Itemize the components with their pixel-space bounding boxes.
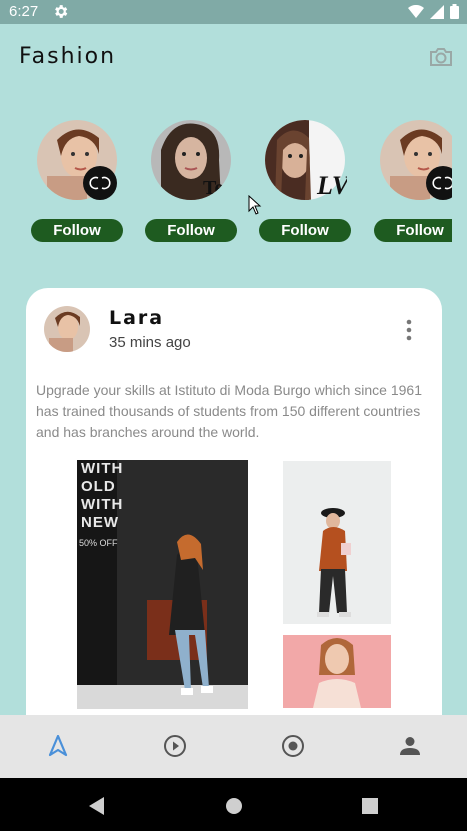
nav-home[interactable] [45,733,71,759]
app-title: Fashion [19,44,117,69]
post-timestamp: 35 mins ago [109,334,191,351]
post-image-sale-text: 50% OFF [79,538,118,548]
follow-button[interactable]: Follow [259,219,351,242]
post-author-avatar[interactable] [44,306,90,352]
status-bar: 6:27 [0,0,467,24]
nav-videos[interactable] [162,733,188,759]
chanel-logo-icon [426,166,452,200]
post-card[interactable]: Lara 35 mins ago Upgrade your skills at … [26,288,442,748]
follow-button[interactable]: Follow [145,219,237,242]
mouse-cursor-icon [248,195,262,215]
nav-profile[interactable] [397,733,423,759]
person-icon[interactable] [399,735,421,757]
stories-row[interactable]: Follow Te Follow LV Follow Follow [0,118,452,248]
camera-icon[interactable] [428,45,454,69]
system-nav-bar [0,778,467,831]
wifi-icon [408,4,424,18]
post-image-tertiary[interactable] [283,635,391,708]
gear-icon [55,5,68,18]
follow-button[interactable]: Follow [374,219,452,242]
lv-logo-icon: LV [313,166,352,200]
bottom-nav [0,715,467,778]
more-options-icon[interactable] [404,318,414,342]
chanel-logo-icon [83,166,117,200]
post-image-caption: WITH OLD WITH NEW [81,460,124,531]
follow-button[interactable]: Follow [31,219,123,242]
home-icon[interactable] [224,796,244,816]
post-author-name[interactable]: Lara [109,307,164,329]
play-icon[interactable] [163,734,187,758]
status-time: 6:27 [9,3,39,20]
post-image-secondary[interactable] [283,461,391,624]
status-icons [408,4,459,19]
battery-icon [450,4,459,19]
recents-icon[interactable] [360,796,380,816]
post-image-main[interactable]: WITH OLD WITH NEW 50% OFF [77,460,248,709]
svg-text:Te: Te [203,177,224,199]
nav-explore[interactable] [280,733,306,759]
back-icon[interactable] [87,796,107,816]
svg-text:LV: LV [316,171,347,200]
post-text: Upgrade your skills at Istituto di Moda … [36,382,422,440]
cellular-icon [430,4,444,19]
radio-icon[interactable] [281,734,305,758]
story-avatar[interactable]: Te [151,120,231,200]
navigation-icon[interactable] [48,735,68,757]
